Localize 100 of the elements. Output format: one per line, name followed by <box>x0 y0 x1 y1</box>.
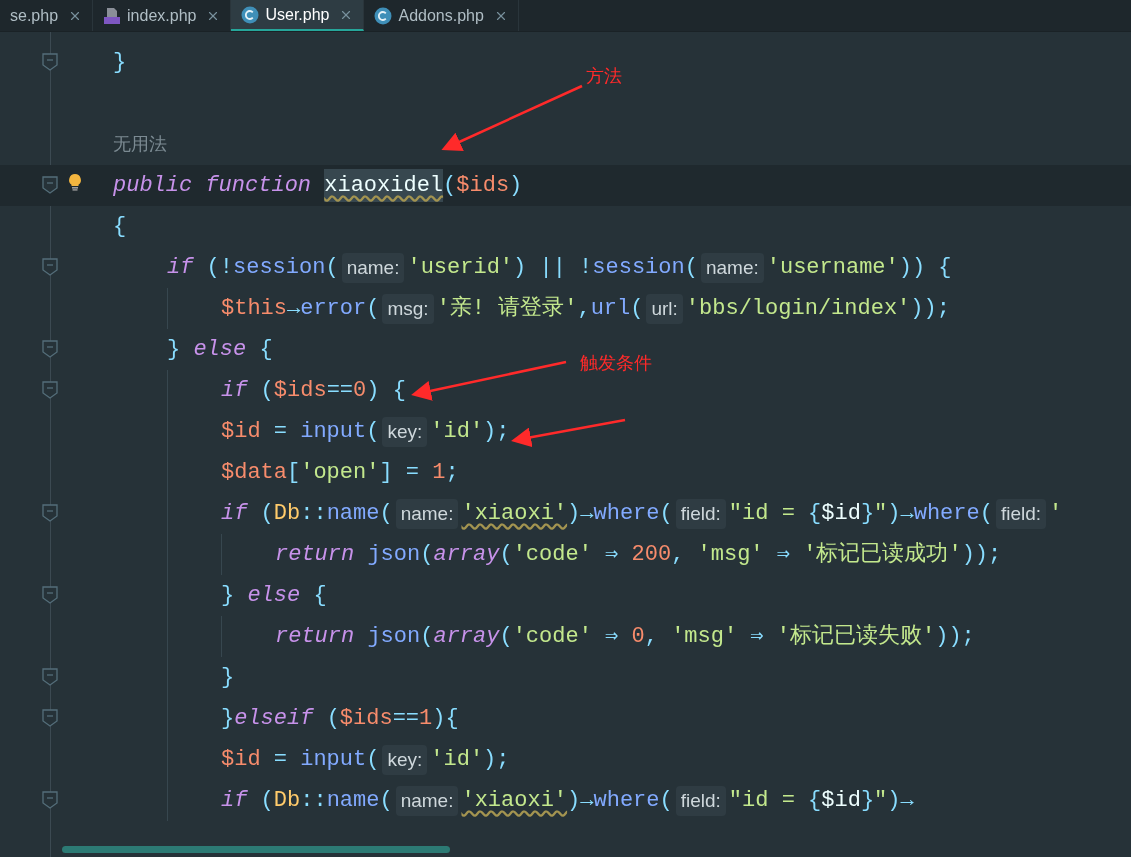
code-token: { <box>312 582 327 610</box>
code-token: session <box>233 254 326 282</box>
code-token: ( <box>366 418 380 446</box>
parameter-hint: name: <box>395 498 459 529</box>
code-token: " <box>874 787 888 815</box>
code-token: ( <box>420 541 434 569</box>
code-token: ( <box>499 541 513 569</box>
code-token: = <box>272 418 288 446</box>
code-token: '亲! 请登录' <box>436 294 578 323</box>
fold-icon[interactable] <box>42 258 58 276</box>
code-token: 0 <box>631 623 645 651</box>
code-token: { <box>808 500 822 528</box>
code-token: } <box>221 705 235 733</box>
fold-icon[interactable] <box>42 668 58 686</box>
code-token: '标记已读失败' <box>776 623 936 651</box>
code-token: if <box>221 500 249 528</box>
code-token: } <box>167 336 182 364</box>
annotation-label: 触发条件 <box>580 352 652 375</box>
class-icon <box>241 5 260 24</box>
code-token: where <box>913 500 980 528</box>
code-token: 'xiaoxi' <box>461 500 568 528</box>
code-token: $ids <box>273 377 327 405</box>
code-token: , <box>577 295 591 323</box>
code-token: ( <box>420 623 434 651</box>
code-token: if <box>167 254 195 282</box>
code-token: } <box>113 49 127 77</box>
code-token: 200 <box>631 541 672 569</box>
fold-icon[interactable] <box>42 53 58 71</box>
code-token: url <box>590 295 631 323</box>
fold-icon[interactable] <box>42 586 58 604</box>
code-token: name <box>326 787 380 815</box>
code-token: $ids <box>456 172 510 200</box>
parameter-hint: name: <box>341 252 405 283</box>
code-token: Db <box>273 787 301 815</box>
editor-tab[interactable]: User.php <box>231 0 365 31</box>
code-token: } <box>860 787 875 815</box>
code-token: json <box>367 541 421 569</box>
code-token: ] = <box>379 459 421 487</box>
code-token: ( <box>366 295 380 323</box>
fold-icon[interactable] <box>42 176 58 194</box>
code-token: where <box>593 787 660 815</box>
code-token: ) { <box>366 377 406 405</box>
code-token: } <box>221 582 236 610</box>
code-token: )) { <box>898 254 952 282</box>
code-token: array <box>433 541 500 569</box>
code-token: 'code' <box>512 623 592 651</box>
code-token: 'bbs/login/index' <box>685 295 911 323</box>
code-token: , <box>644 623 659 651</box>
code-token: ( <box>326 705 340 733</box>
tab-label: User.php <box>265 4 330 25</box>
code-token: == <box>326 377 354 405</box>
code-token: ⇒ <box>604 623 620 651</box>
fold-icon[interactable] <box>42 340 58 358</box>
code-token: else <box>193 336 247 364</box>
fold-icon[interactable] <box>42 709 58 727</box>
tab-label: Addons.php <box>398 5 484 26</box>
code-token: ; <box>445 459 459 487</box>
code-token: if <box>221 787 249 815</box>
code-token: 'userid' <box>407 254 514 282</box>
code-token: 'code' <box>512 541 592 569</box>
code-token: ⇒ <box>749 623 765 651</box>
code-token: 'msg' <box>697 541 764 569</box>
lightbulb-icon[interactable] <box>68 173 82 191</box>
code-token: ( <box>260 500 274 528</box>
fold-icon[interactable] <box>42 381 58 399</box>
class-icon <box>374 6 393 25</box>
code-token: ⇒ <box>775 541 791 569</box>
code-token: function <box>205 172 313 200</box>
code-token: { <box>113 213 127 241</box>
fold-icon[interactable] <box>42 791 58 809</box>
code-token: "id = <box>728 500 796 528</box>
code-token: ( <box>979 500 993 528</box>
editor-tab[interactable]: se.php <box>0 0 94 31</box>
code-token: 'xiaoxi' <box>461 787 568 815</box>
code-token: Db <box>273 500 301 528</box>
code-token: )→ <box>887 500 914 528</box>
parameter-hint: key: <box>382 744 428 775</box>
code-token: ( <box>260 787 274 815</box>
annotation-label: 方法 <box>586 65 622 88</box>
code-token: $id <box>821 500 861 528</box>
code-token: elseif <box>234 705 315 733</box>
code-token: error <box>300 295 367 323</box>
code-token: )→ <box>887 787 914 815</box>
editor-tab[interactable]: Addons.php <box>364 0 519 31</box>
code-token: '标记已读成功' <box>803 541 962 569</box>
code-token: ( <box>366 746 380 774</box>
code-token: json <box>367 623 421 651</box>
code-token: return <box>275 623 356 651</box>
code-token: )→ <box>567 500 594 528</box>
code-token: 1 <box>432 459 446 487</box>
horizontal-scrollbar[interactable] <box>62 846 450 853</box>
code-token: 0 <box>353 377 367 405</box>
code-token: )); <box>961 541 1002 569</box>
code-token: $this <box>221 295 287 323</box>
code-token: { <box>258 336 273 364</box>
code-token: $id <box>221 418 261 446</box>
code-token: $id <box>221 746 261 774</box>
fold-icon[interactable] <box>42 504 58 522</box>
tab-label: index.php <box>127 5 197 26</box>
code-token: 'open' <box>300 459 380 487</box>
